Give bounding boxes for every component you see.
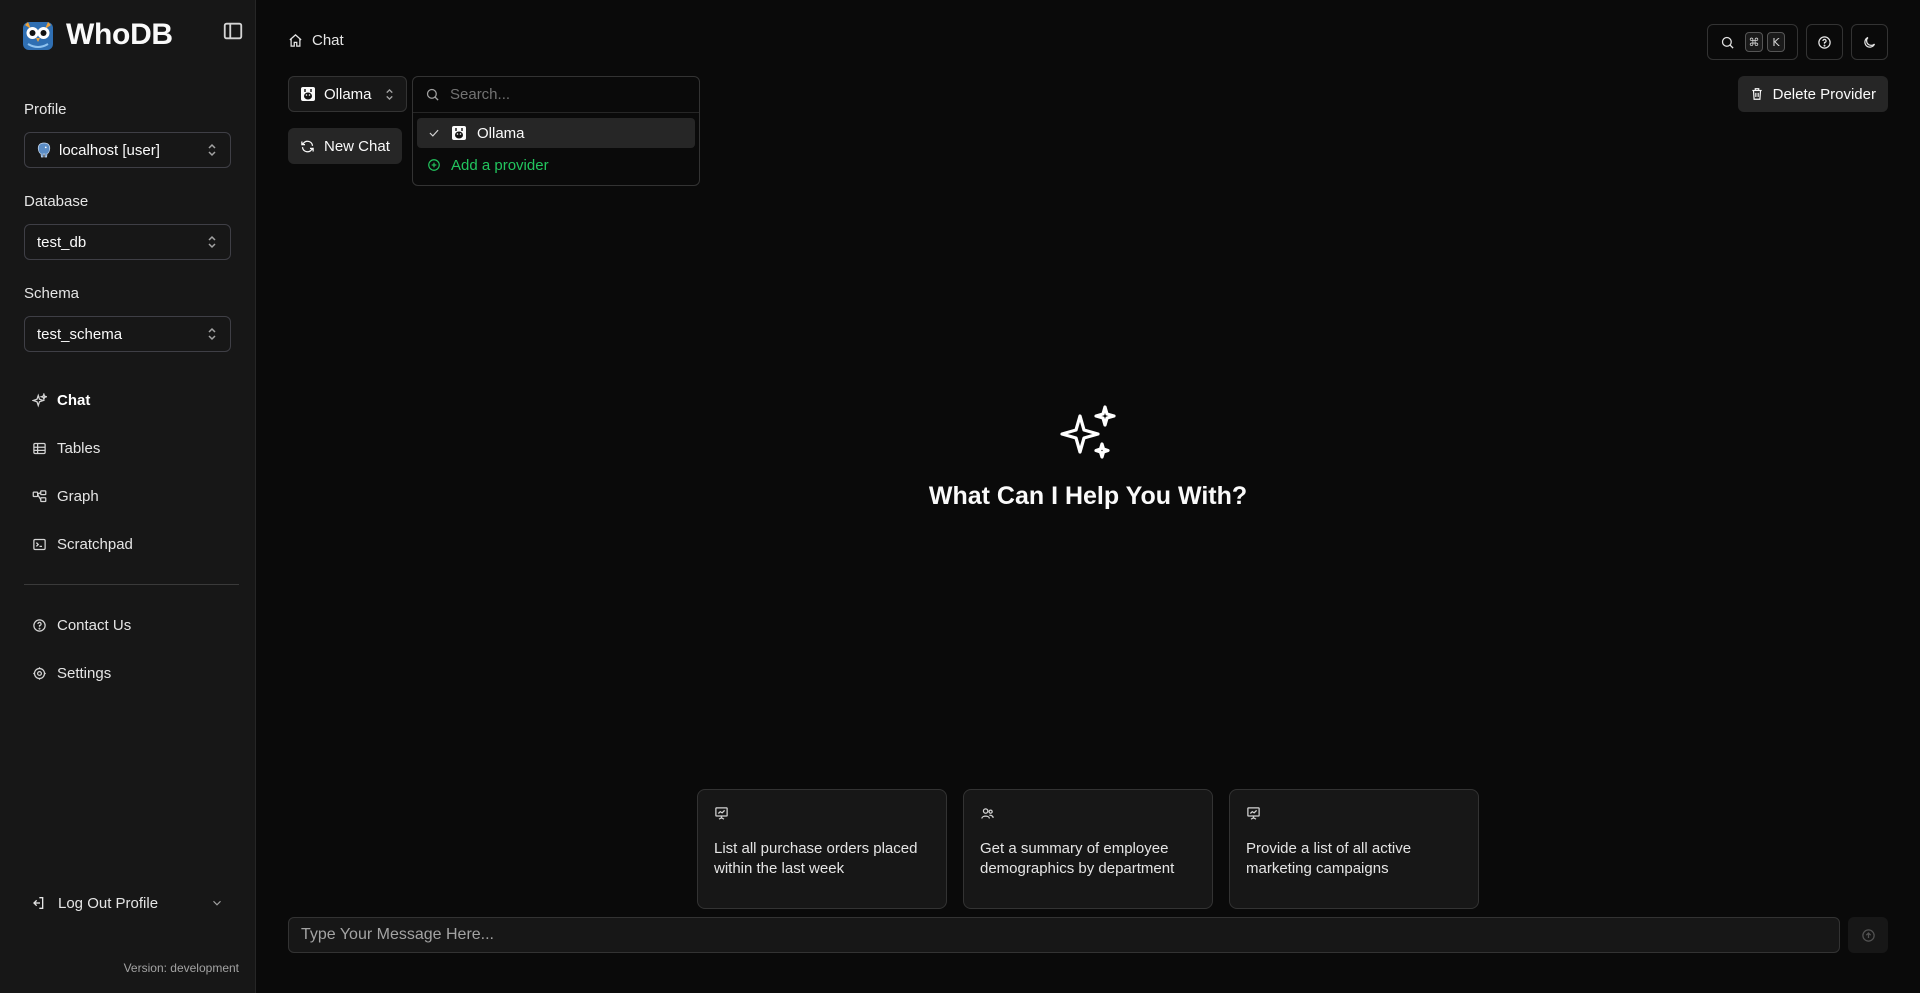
trash-icon	[1751, 88, 1762, 100]
new-chat-button[interactable]: New Chat	[288, 128, 402, 164]
terminal-icon	[33, 538, 46, 550]
sidebar-item-tables[interactable]: Tables	[24, 432, 238, 464]
message-input[interactable]	[288, 917, 1840, 953]
sidebar-item-chat[interactable]: Chat	[24, 384, 238, 416]
sidebar-item-label: Graph	[57, 487, 99, 505]
suggestion-card[interactable]: Get a summary of employee demographics b…	[963, 789, 1213, 909]
send-icon	[1861, 928, 1875, 942]
help-circle-icon	[33, 618, 46, 632]
chart-presentation-icon	[1247, 807, 1260, 820]
database-label: Database	[24, 193, 89, 210]
kbd-modifier: ⌘	[1745, 32, 1763, 52]
schema-value: test_schema	[37, 325, 123, 343]
settings-icon	[33, 666, 46, 680]
delete-provider-button[interactable]: Delete Provider	[1737, 76, 1888, 112]
sparkles-icon	[32, 392, 47, 407]
sidebar: WhoDB Profile localhost [user] Database …	[0, 0, 256, 993]
header-actions: ⌘ K	[1707, 24, 1888, 60]
chevrons-up-down-icon	[208, 327, 216, 341]
sidebar-item-label: Chat	[57, 391, 91, 409]
ollama-icon	[452, 126, 466, 140]
logout-label: Log Out Profile	[58, 894, 159, 912]
chevrons-up-down-icon	[208, 235, 216, 249]
profile-select[interactable]: localhost [user]	[24, 132, 231, 168]
sidebar-item-label: Settings	[57, 664, 112, 682]
help-button[interactable]	[1806, 24, 1843, 60]
suggestion-text: Get a summary of employee demographics b…	[980, 840, 1175, 877]
brand-name: WhoDB	[66, 18, 173, 51]
database-select[interactable]: test_db	[24, 224, 231, 260]
suggestion-card[interactable]: Provide a list of all active marketing c…	[1229, 789, 1479, 909]
check-icon	[429, 129, 439, 137]
chevrons-up-down-icon	[208, 143, 216, 157]
brand[interactable]: WhoDB	[22, 18, 173, 52]
delete-provider-label: Delete Provider	[1772, 85, 1876, 103]
table-icon	[33, 442, 46, 454]
sidebar-divider	[24, 584, 239, 585]
provider-dropdown: Ollama Add a provider	[412, 76, 700, 186]
users-icon	[981, 808, 994, 819]
profile-label: Profile	[24, 101, 67, 118]
sparkles-icon	[1058, 404, 1118, 464]
schema-select[interactable]: test_schema	[24, 316, 231, 352]
chevron-down-icon[interactable]	[210, 896, 224, 910]
command-search-button[interactable]: ⌘ K	[1707, 24, 1798, 60]
owl-logo-icon	[23, 22, 53, 50]
chart-presentation-icon	[715, 807, 728, 820]
chevrons-up-down-icon	[386, 88, 393, 100]
logout-profile-button[interactable]: Log Out Profile	[30, 890, 224, 916]
search-icon	[1721, 36, 1734, 49]
postgres-elephant-icon	[37, 142, 51, 158]
schema-label: Schema	[24, 285, 80, 302]
sidebar-item-label: Scratchpad	[57, 535, 133, 553]
version-text: Version: development	[123, 961, 239, 975]
breadcrumb[interactable]: Chat	[288, 32, 344, 49]
search-icon	[426, 88, 439, 101]
dropdown-search	[413, 77, 699, 113]
provider-select[interactable]: Ollama	[288, 76, 407, 112]
logout-icon	[33, 897, 44, 909]
plus-circle-icon	[428, 159, 440, 171]
provider-search-input[interactable]	[450, 86, 670, 103]
sidebar-item-graph[interactable]: Graph	[24, 480, 238, 512]
profile-value: localhost [user]	[59, 141, 160, 159]
add-provider-option[interactable]: Add a provider	[417, 150, 695, 180]
home-icon	[289, 34, 302, 47]
suggestion-card[interactable]: List all purchase orders placed within t…	[697, 789, 947, 909]
sidebar-item-contact-us[interactable]: Contact Us	[24, 609, 238, 641]
database-value: test_db	[37, 233, 87, 251]
graph-icon	[32, 489, 47, 502]
breadcrumb-current: Chat	[312, 32, 344, 49]
sidebar-item-settings[interactable]: Settings	[24, 657, 238, 689]
suggestion-text: List all purchase orders placed within t…	[714, 840, 918, 877]
help-circle-icon	[1818, 35, 1831, 49]
suggestion-text: Provide a list of all active marketing c…	[1246, 840, 1412, 877]
sidebar-toggle-icon[interactable]	[222, 20, 244, 42]
add-provider-label: Add a provider	[451, 156, 549, 174]
theme-toggle-button[interactable]	[1851, 24, 1888, 60]
empty-state-title: What Can I Help You With?	[928, 482, 1248, 510]
sidebar-item-label: Tables	[57, 439, 101, 457]
sidebar-item-scratchpad[interactable]: Scratchpad	[24, 528, 238, 560]
provider-option-label: Ollama	[477, 124, 525, 142]
provider-value: Ollama	[324, 85, 372, 103]
kbd-key: K	[1767, 32, 1785, 52]
new-chat-label: New Chat	[324, 137, 390, 155]
send-button[interactable]	[1848, 917, 1888, 953]
ollama-icon	[301, 87, 315, 101]
refresh-icon	[301, 140, 314, 152]
sidebar-item-label: Contact Us	[57, 616, 132, 634]
provider-option-ollama[interactable]: Ollama	[417, 118, 695, 148]
moon-icon	[1864, 36, 1876, 48]
